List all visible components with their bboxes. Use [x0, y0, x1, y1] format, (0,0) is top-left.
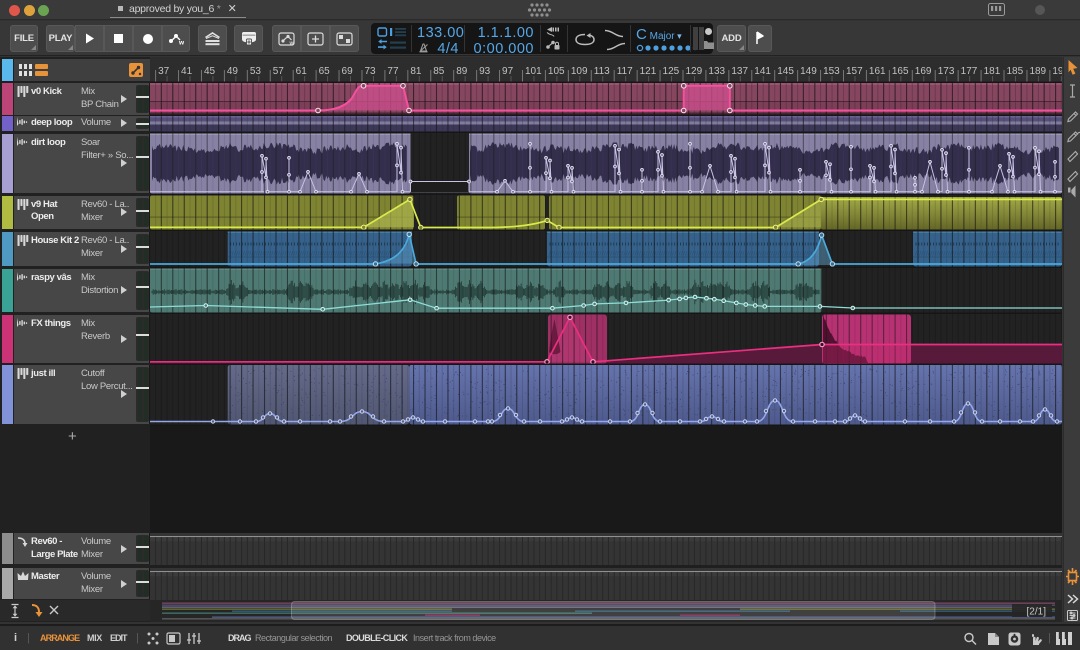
svg-text:57: 57 — [273, 66, 285, 77]
svg-text:145: 145 — [777, 66, 794, 77]
svg-text:137: 137 — [731, 66, 748, 77]
svg-text:101: 101 — [525, 66, 542, 77]
svg-text:49: 49 — [227, 66, 239, 77]
svg-text:165: 165 — [892, 66, 909, 77]
svg-text:153: 153 — [823, 66, 840, 77]
svg-text:89: 89 — [456, 66, 468, 77]
svg-text:69: 69 — [342, 66, 354, 77]
svg-text:37: 37 — [158, 66, 170, 77]
svg-text:177: 177 — [961, 66, 978, 77]
svg-text:189: 189 — [1029, 66, 1046, 77]
svg-text:149: 149 — [800, 66, 817, 77]
svg-text:w: w — [289, 40, 295, 45]
svg-text:[2/1]: [2/1] — [1027, 607, 1047, 618]
svg-text:121: 121 — [640, 66, 657, 77]
svg-text:109: 109 — [571, 66, 588, 77]
svg-text:113: 113 — [594, 66, 610, 77]
svg-text:133: 133 — [708, 66, 725, 77]
svg-text:53: 53 — [250, 66, 262, 77]
svg-text:173: 173 — [938, 66, 955, 77]
svg-text:181: 181 — [984, 66, 1001, 77]
svg-text:105: 105 — [548, 66, 565, 77]
svg-text:117: 117 — [617, 66, 633, 77]
svg-text:81: 81 — [410, 66, 422, 77]
svg-text:65: 65 — [319, 66, 331, 77]
svg-text:141: 141 — [754, 66, 771, 77]
svg-text:161: 161 — [869, 66, 886, 77]
svg-text:41: 41 — [181, 66, 193, 77]
svg-text:45: 45 — [204, 66, 216, 77]
svg-text:185: 185 — [1007, 66, 1024, 77]
svg-text:125: 125 — [663, 66, 680, 77]
svg-text:169: 169 — [915, 66, 932, 77]
svg-text:193: 193 — [1052, 66, 1062, 77]
svg-text:97: 97 — [502, 66, 514, 77]
svg-text:85: 85 — [433, 66, 445, 77]
svg-text:77: 77 — [387, 66, 399, 77]
svg-text:129: 129 — [685, 66, 702, 77]
svg-text:73: 73 — [364, 66, 376, 77]
svg-text:61: 61 — [296, 66, 308, 77]
svg-text:157: 157 — [846, 66, 863, 77]
svg-text:93: 93 — [479, 66, 491, 77]
svg-text:w: w — [178, 40, 184, 46]
